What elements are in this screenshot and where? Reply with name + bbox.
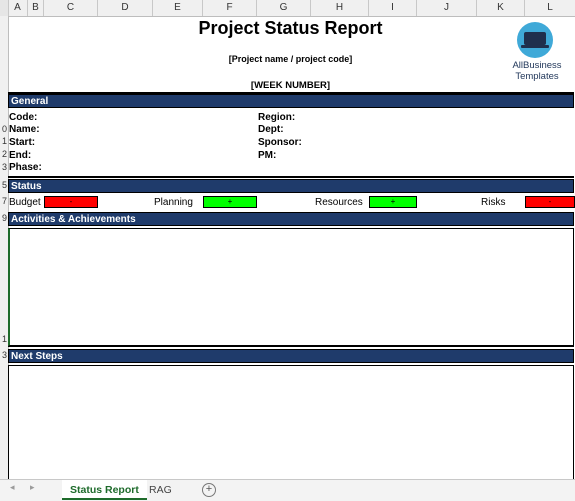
column-header-f[interactable]: F [203,0,257,16]
row-number[interactable]: 5 [2,180,7,190]
row-number[interactable]: 1 [2,136,7,146]
column-header-i[interactable]: I [369,0,417,16]
column-header-e[interactable]: E [153,0,203,16]
divider [8,176,574,178]
row-number[interactable]: 2 [2,149,7,159]
column-header-g[interactable]: G [257,0,311,16]
next-steps-header[interactable]: Next Steps [8,349,574,363]
tab-rag[interactable]: RAG [141,480,180,500]
planning-rag-indicator[interactable]: + [203,196,257,208]
row-number[interactable]: 3 [2,162,7,172]
tab-status-report[interactable]: Status Report [62,480,147,500]
laptop-base-icon [521,45,549,48]
column-header-k[interactable]: K [477,0,525,16]
region-label[interactable]: Region: [258,112,295,123]
column-header-j[interactable]: J [417,0,477,16]
sponsor-label[interactable]: Sponsor: [258,137,302,148]
row-number[interactable]: 3 [2,350,7,360]
sheet-tab-bar: ◂ ▸ Status Report RAG + [0,479,575,501]
row-number[interactable]: 0 [2,124,7,134]
end-label[interactable]: End: [9,150,31,161]
next-steps-area[interactable] [8,365,574,479]
resources-rag-indicator[interactable]: + [369,196,417,208]
name-label[interactable]: Name: [9,124,40,135]
column-header-bar: A B C D E F G H I J K L [0,0,575,17]
row-number[interactable]: 1 [2,334,7,344]
column-header-h[interactable]: H [311,0,369,16]
column-header-d[interactable]: D [98,0,153,16]
divider [8,346,574,347]
row-number[interactable]: 9 [2,213,7,223]
column-header-c[interactable]: C [44,0,98,16]
column-header-a[interactable]: A [8,0,28,16]
status-header[interactable]: Status [8,179,574,193]
phase-label[interactable]: Phase: [9,162,42,173]
laptop-icon [524,32,546,45]
logo-text: AllBusiness Templates [504,60,570,82]
scroll-left-icon[interactable]: ◂ [10,482,15,493]
row-number[interactable]: 7 [2,196,7,206]
report-title[interactable]: Project Status Report [8,18,573,39]
budget-rag-indicator[interactable]: - [44,196,98,208]
activities-header[interactable]: Activities & Achievements [8,212,574,226]
start-label[interactable]: Start: [9,137,35,148]
pm-label[interactable]: PM: [258,150,276,161]
risks-label[interactable]: Risks [481,197,505,208]
logo-line-1: AllBusiness [512,60,562,71]
logo-line-2: Templates [515,71,559,82]
scroll-right-icon[interactable]: ▸ [30,482,35,493]
code-label[interactable]: Code: [9,112,37,123]
general-header[interactable]: General [8,94,574,108]
risks-rag-indicator[interactable]: - [525,196,575,208]
column-header-b[interactable]: B [28,0,44,16]
dept-label[interactable]: Dept: [258,124,284,135]
add-sheet-button[interactable]: + [202,483,216,497]
column-header-l[interactable]: L [525,0,575,16]
week-number-placeholder[interactable]: [WEEK NUMBER] [8,80,573,91]
planning-label[interactable]: Planning [154,197,193,208]
resources-label[interactable]: Resources [315,197,363,208]
activities-area[interactable] [8,228,574,346]
budget-label[interactable]: Budget [9,197,41,208]
project-name-placeholder[interactable]: [Project name / project code] [8,54,573,64]
